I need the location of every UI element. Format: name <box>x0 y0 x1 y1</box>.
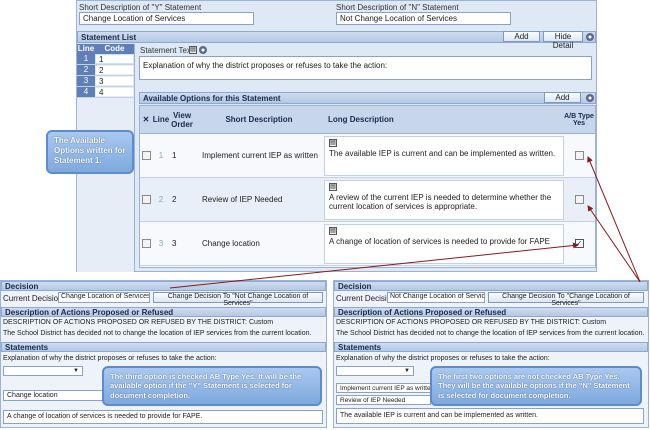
arrow-n1 <box>587 156 641 283</box>
arrow-y <box>169 242 579 289</box>
annotation-arrows <box>169 156 641 289</box>
arrow-n2 <box>587 205 641 283</box>
